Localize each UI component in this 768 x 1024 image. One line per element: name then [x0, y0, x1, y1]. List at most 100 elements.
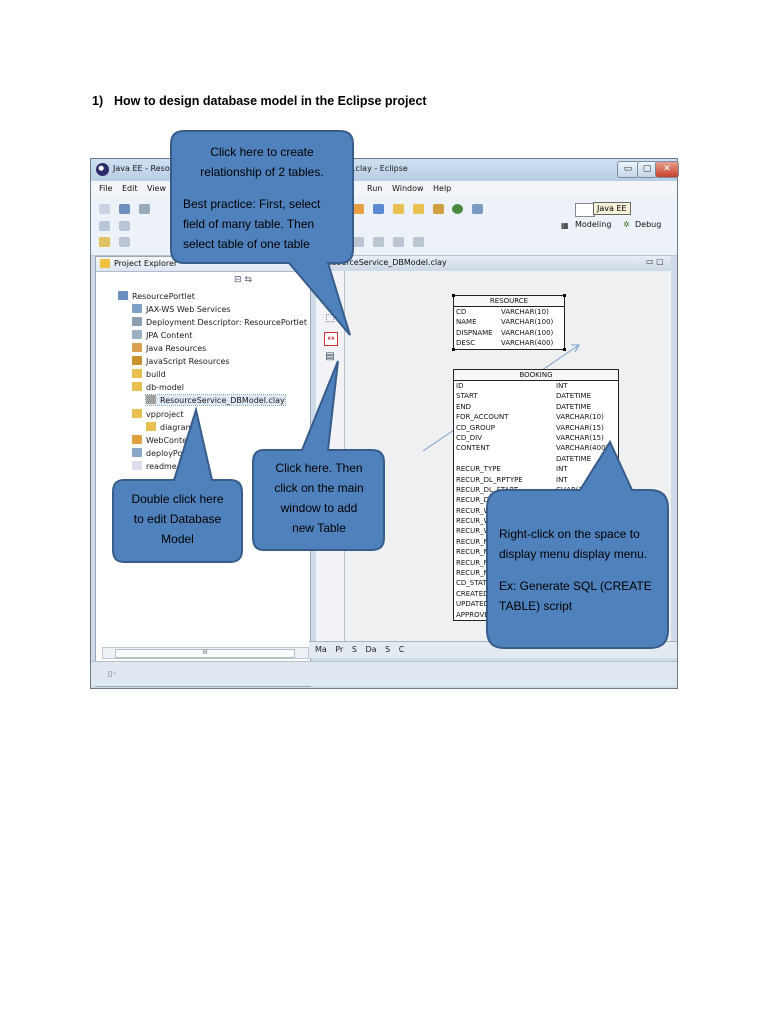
booking-row[interactable]: FOR_ACCOUNT VARCHAR(10) — [454, 412, 618, 422]
debug-target-icon[interactable] — [118, 221, 130, 231]
booking-row[interactable]: END DATETIME — [454, 402, 618, 412]
booking-column-type: VARCHAR(10) — [556, 413, 604, 422]
align-icon[interactable] — [412, 237, 424, 247]
callout-double-click: Double click here to edit Database Model — [112, 406, 246, 565]
toolbar-row-2 — [99, 221, 135, 232]
resource-row[interactable]: NAME VARCHAR(100) — [454, 317, 564, 327]
callout-relationship-line2: relationship of 2 tables. — [200, 165, 324, 179]
open-perspective-icon[interactable] — [575, 203, 595, 217]
globe-icon[interactable] — [452, 204, 464, 214]
open-folder-icon[interactable] — [392, 204, 404, 214]
tree-item-jaxws[interactable]: JAX-WS Web Services — [132, 304, 231, 314]
booking-row[interactable]: CD_GROUP VARCHAR(15) — [454, 423, 618, 433]
resource-column-type: VARCHAR(100) — [501, 328, 554, 337]
booking-row[interactable]: ID INT — [454, 381, 618, 391]
resource-row[interactable]: CD VARCHAR(10) — [454, 307, 564, 317]
resource-row[interactable]: DISPNAME VARCHAR(100) — [454, 328, 564, 338]
modeling-icon[interactable]: ▦ — [561, 221, 569, 230]
callout-relationship: Click here to create relationship of 2 t… — [170, 130, 356, 336]
perspective-modeling[interactable]: Modeling — [575, 220, 611, 229]
next-annotation-icon[interactable] — [99, 237, 110, 247]
new-icon[interactable] — [99, 204, 110, 214]
new-table-tool-icon[interactable]: ▤ — [324, 351, 336, 363]
perspective-java-ee[interactable]: Java EE — [593, 202, 631, 215]
prev-annotation-icon[interactable] — [118, 237, 130, 247]
resource-column-type: VARCHAR(100) — [501, 318, 554, 327]
folder-icon — [132, 369, 142, 378]
maximize-button[interactable]: ▢ — [637, 161, 657, 178]
java-resources-icon — [132, 343, 142, 352]
status-bar: ▯◦ — [91, 661, 677, 686]
folder-icon[interactable] — [412, 204, 424, 214]
resource-row[interactable]: DESC VARCHAR(400) — [454, 338, 564, 348]
clay-file-icon — [146, 395, 156, 404]
editor-tab[interactable]: ResourceService_DBModel.clay ▭ ▢ — [316, 256, 671, 270]
booking-column-type: DATETIME — [556, 402, 592, 411]
menu-view[interactable]: View — [147, 184, 166, 193]
toolbar-row-3 — [99, 237, 135, 248]
menu-run[interactable]: Run — [367, 184, 382, 193]
selection-handle[interactable] — [563, 294, 566, 297]
tree-item-javascript-resources[interactable]: JavaScript Resources — [132, 356, 230, 366]
edit-icon[interactable] — [432, 204, 444, 214]
data-source-tab[interactable]: Da — [366, 645, 377, 654]
menu-edit[interactable]: Edit — [122, 184, 138, 193]
callout-relationship-line3: Best practice: First, select — [183, 197, 321, 211]
run-icon[interactable] — [372, 204, 384, 214]
status-icon: ▯◦ — [108, 669, 118, 678]
tree-item-build[interactable]: build — [132, 369, 166, 379]
callout-relationship-line4: field of many table. Then — [183, 217, 315, 231]
booking-column-name: START — [456, 392, 478, 401]
javascript-icon — [132, 356, 142, 365]
search-person-icon[interactable] — [472, 204, 484, 214]
booking-row[interactable]: START DATETIME — [454, 391, 618, 401]
callout-relationship-line1: Click here to create — [210, 145, 314, 159]
relationship-tool-icon[interactable]: ↔ — [324, 332, 338, 346]
minimize-button[interactable]: ▭ — [617, 161, 639, 178]
jpa-icon — [132, 330, 142, 339]
booking-column-name: END — [456, 402, 472, 411]
toolbar-row-3-right — [353, 237, 429, 248]
callout-new-table-line4: new Table — [292, 521, 346, 535]
resource-table[interactable]: RESOURCE CD VARCHAR(10) NAME VARCHAR(100) DI… — [452, 294, 566, 351]
selection-handle[interactable] — [452, 294, 455, 297]
toolbar-row-1 — [99, 204, 155, 215]
close-button[interactable]: ✕ — [655, 161, 679, 178]
zoom-icon[interactable] — [392, 237, 404, 247]
resource-column-name: NAME — [456, 318, 477, 327]
tree-item-jpa-content[interactable]: JPA Content — [132, 330, 193, 340]
project-icon — [118, 291, 128, 300]
build-icon[interactable] — [99, 221, 110, 231]
console-tab[interactable]: C — [399, 645, 405, 654]
selection-handle[interactable] — [452, 347, 455, 351]
perspective-debug[interactable]: Debug — [635, 220, 661, 229]
tree-item-deployment-descriptor[interactable]: Deployment Descriptor: ResourcePortlet — [132, 317, 307, 327]
booking-column-name: FOR_ACCOUNT — [456, 413, 509, 422]
markers-tab[interactable]: Ma — [315, 645, 327, 654]
tree-item-db-model[interactable]: db-model — [132, 382, 184, 392]
print-icon[interactable] — [138, 204, 150, 214]
booking-column-type: DATETIME — [556, 392, 592, 401]
menu-file[interactable]: File — [99, 184, 112, 193]
bug-icon[interactable]: ✲ — [623, 220, 630, 229]
save-icon[interactable] — [118, 204, 130, 214]
explorer-horizontal-scrollbar[interactable]: III — [102, 647, 309, 659]
callout-double-click-line2: to edit Database — [133, 512, 222, 526]
servers-tab[interactable]: S — [352, 645, 357, 654]
toolbar-row-1-right — [353, 204, 488, 215]
snippets-tab[interactable]: S — [385, 645, 390, 654]
menu-help[interactable]: Help — [433, 184, 451, 193]
editor-window-controls[interactable]: ▭ ▢ — [646, 257, 664, 266]
callout-right-click-line4: TABLE) script — [499, 599, 573, 613]
tree-item-java-resources[interactable]: Java Resources — [132, 343, 206, 353]
selection-handle[interactable] — [563, 347, 566, 351]
forward-icon[interactable] — [372, 237, 384, 247]
callout-new-table-line3: window to add — [280, 501, 358, 515]
callout-right-click-line2: display menu display menu. — [499, 547, 648, 561]
properties-tab[interactable]: Pr — [335, 645, 343, 654]
scrollbar-thumb[interactable]: III — [115, 649, 295, 658]
menu-window[interactable]: Window — [392, 184, 424, 193]
booking-column-name: ID — [456, 382, 464, 390]
callout-double-click-line1: Double click here — [131, 492, 224, 506]
booking-column-type: INT — [556, 382, 568, 390]
